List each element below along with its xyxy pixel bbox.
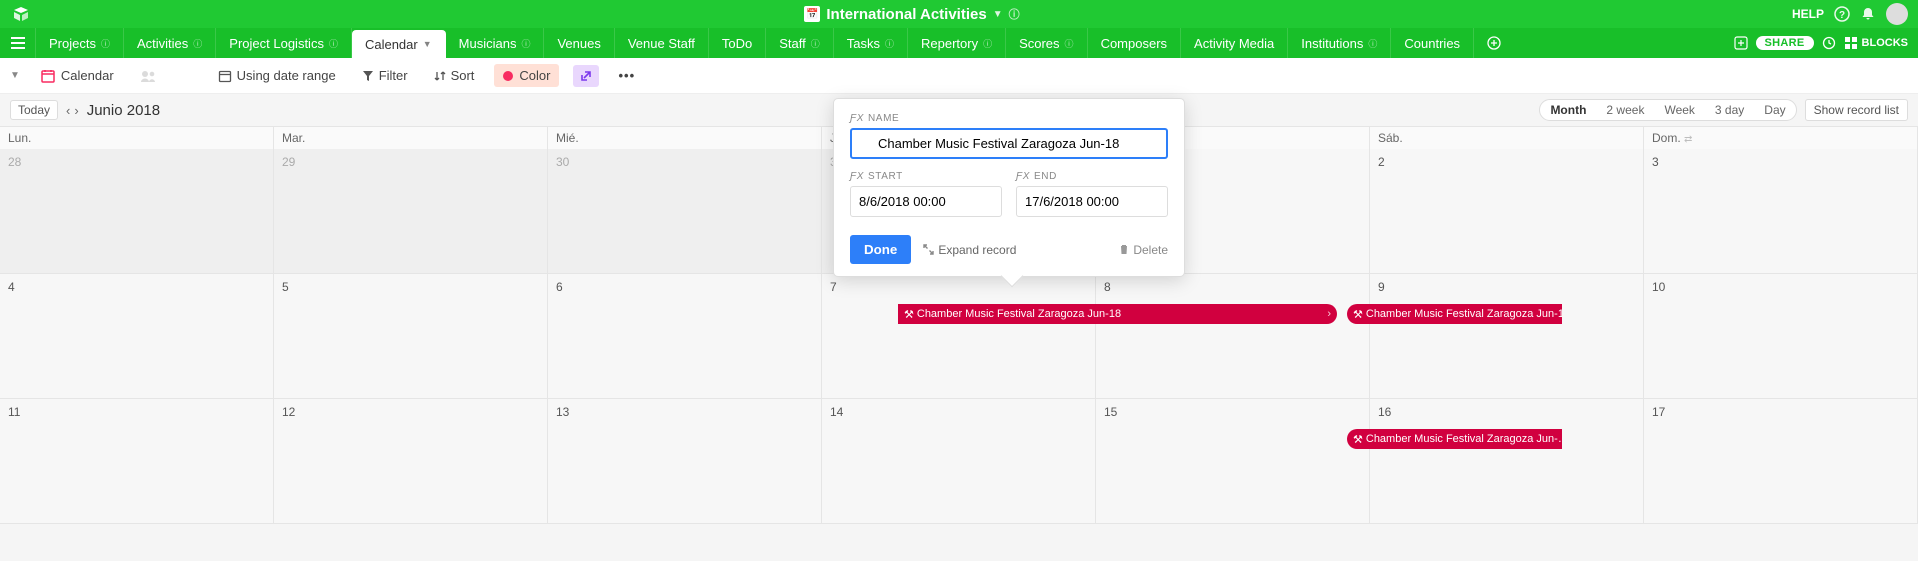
show-record-list-button[interactable]: Show record list — [1805, 99, 1908, 121]
view-toolbar: ▼ Calendar Using date range Filter Sort … — [0, 58, 1918, 94]
tab-projects[interactable]: Projectsⓘ — [36, 28, 124, 58]
share-view-button[interactable] — [573, 65, 599, 87]
base-icon: 📅 — [804, 6, 820, 22]
help-icon[interactable]: ? — [1834, 6, 1850, 22]
hamburger-icon[interactable] — [0, 28, 36, 58]
calendar-cell[interactable]: 13 — [548, 399, 822, 524]
weekday-header-cell: Sáb. — [1370, 127, 1644, 149]
calendar-cell[interactable]: 3 — [1644, 149, 1918, 274]
chevron-down-icon[interactable]: ▼ — [993, 9, 1003, 20]
end-date-input[interactable] — [1016, 186, 1168, 217]
add-icon[interactable] — [1734, 36, 1748, 50]
delete-record-button[interactable]: Delete — [1119, 243, 1168, 257]
calendar-cell[interactable]: 16 — [1370, 399, 1644, 524]
calendar-cell[interactable]: 8 — [1096, 274, 1370, 399]
tab-scores[interactable]: Scoresⓘ — [1006, 28, 1087, 58]
start-date-input[interactable] — [850, 186, 1002, 217]
tab-venue-staff[interactable]: Venue Staff — [615, 28, 709, 58]
month-title: Junio 2018 — [87, 102, 160, 119]
expand-record-button[interactable]: Expand record — [923, 243, 1016, 257]
color-button[interactable]: Color — [494, 64, 558, 87]
notifications-icon[interactable] — [1860, 6, 1876, 22]
calendar-cell[interactable]: 12 — [274, 399, 548, 524]
calendar-event[interactable]: ⚒Chamber Music Festival Zaragoza Jun-18 — [1347, 304, 1562, 324]
calendar-cell[interactable]: 2 — [1370, 149, 1644, 274]
calendar-cell[interactable]: 6 — [548, 274, 822, 399]
calendar-cell[interactable]: 4 — [0, 274, 274, 399]
weekday-header-cell: Mié. — [548, 127, 822, 149]
tab-musicians[interactable]: Musiciansⓘ — [446, 28, 545, 58]
base-name[interactable]: International Activities — [826, 6, 986, 23]
calendar-cell[interactable]: 15 — [1096, 399, 1370, 524]
view-switcher[interactable]: Calendar — [34, 64, 120, 88]
help-label[interactable]: HELP — [1792, 7, 1824, 21]
tab-venues[interactable]: Venues — [544, 28, 614, 58]
calendar-cell[interactable]: 17 — [1644, 399, 1918, 524]
svg-text:?: ? — [1839, 10, 1845, 21]
calendar-cell[interactable]: 30 — [548, 149, 822, 274]
info-icon[interactable]: ⓘ — [1009, 6, 1020, 22]
calendar-cell[interactable]: 7 — [822, 274, 1096, 399]
weekday-header-cell: Lun. — [0, 127, 274, 149]
range-month[interactable]: Month — [1540, 100, 1596, 120]
history-icon[interactable] — [1822, 36, 1836, 50]
calendar-cell[interactable]: 14 — [822, 399, 1096, 524]
calendar-cell[interactable]: 5 — [274, 274, 548, 399]
prev-month-button[interactable]: ‹ — [66, 103, 70, 118]
calendar-event[interactable]: ⚒Chamber Music Festival Zaragoza Jun-18› — [898, 304, 1337, 324]
done-button[interactable]: Done — [850, 235, 911, 264]
tab-todo[interactable]: ToDo — [709, 28, 766, 58]
range-3-day[interactable]: 3 day — [1705, 100, 1754, 120]
more-options-button[interactable]: ••• — [613, 64, 642, 87]
range-switcher: Month2 weekWeek3 dayDay — [1539, 99, 1796, 121]
next-month-button[interactable]: › — [74, 103, 78, 118]
weekday-header-cell: Dom. ⇄ — [1644, 127, 1918, 149]
record-popover: ƒxNAME ⚒ ƒxSTART ƒxEND Done Expand recor… — [833, 98, 1185, 277]
avatar[interactable] — [1886, 3, 1908, 25]
range-week[interactable]: Week — [1654, 100, 1704, 120]
tab-calendar[interactable]: Calendar▼ — [352, 30, 446, 58]
calendar-cell[interactable]: 29 — [274, 149, 548, 274]
calendar-cell[interactable]: 28 — [0, 149, 274, 274]
formula-icon: ƒx — [850, 113, 864, 124]
app-header: 📅 International Activities ▼ ⓘ HELP ? — [0, 0, 1918, 28]
filter-button[interactable]: Filter — [356, 64, 414, 87]
add-table-button[interactable] — [1474, 28, 1514, 58]
view-menu-toggle[interactable]: ▼ — [10, 70, 20, 81]
share-button[interactable]: SHARE — [1756, 36, 1814, 50]
collaborators-icon[interactable] — [134, 65, 164, 87]
calendar-icon — [40, 68, 56, 84]
blocks-button[interactable]: BLOCKS — [1844, 36, 1908, 50]
tab-activities[interactable]: Activitiesⓘ — [124, 28, 216, 58]
tab-institutions[interactable]: Institutionsⓘ — [1288, 28, 1391, 58]
calendar-event[interactable]: ⚒Chamber Music Festival Zaragoza Jun-… — [1347, 429, 1562, 449]
range-day[interactable]: Day — [1754, 100, 1795, 120]
calendar-cell[interactable]: 10 — [1644, 274, 1918, 399]
tab-tasks[interactable]: Tasksⓘ — [834, 28, 908, 58]
tab-activity-media[interactable]: Activity Media — [1181, 28, 1288, 58]
tab-repertory[interactable]: Repertoryⓘ — [908, 28, 1006, 58]
tab-countries[interactable]: Countries — [1391, 28, 1474, 58]
tab-composers[interactable]: Composers — [1088, 28, 1181, 58]
tab-staff[interactable]: Staffⓘ — [766, 28, 834, 58]
range-2-week[interactable]: 2 week — [1596, 100, 1654, 120]
record-name-input[interactable] — [850, 128, 1168, 159]
sort-button[interactable]: Sort — [428, 64, 481, 87]
today-button[interactable]: Today — [10, 100, 58, 120]
weekday-header-cell: Mar. — [274, 127, 548, 149]
calendar-cell[interactable]: 11 — [0, 399, 274, 524]
table-tabs: ProjectsⓘActivitiesⓘProject LogisticsⓘCa… — [0, 28, 1918, 58]
date-range-button[interactable]: Using date range — [212, 64, 342, 87]
calendar-cell[interactable]: 9 — [1370, 274, 1644, 399]
tab-project-logistics[interactable]: Project Logisticsⓘ — [216, 28, 352, 58]
logo-icon[interactable] — [10, 3, 32, 25]
